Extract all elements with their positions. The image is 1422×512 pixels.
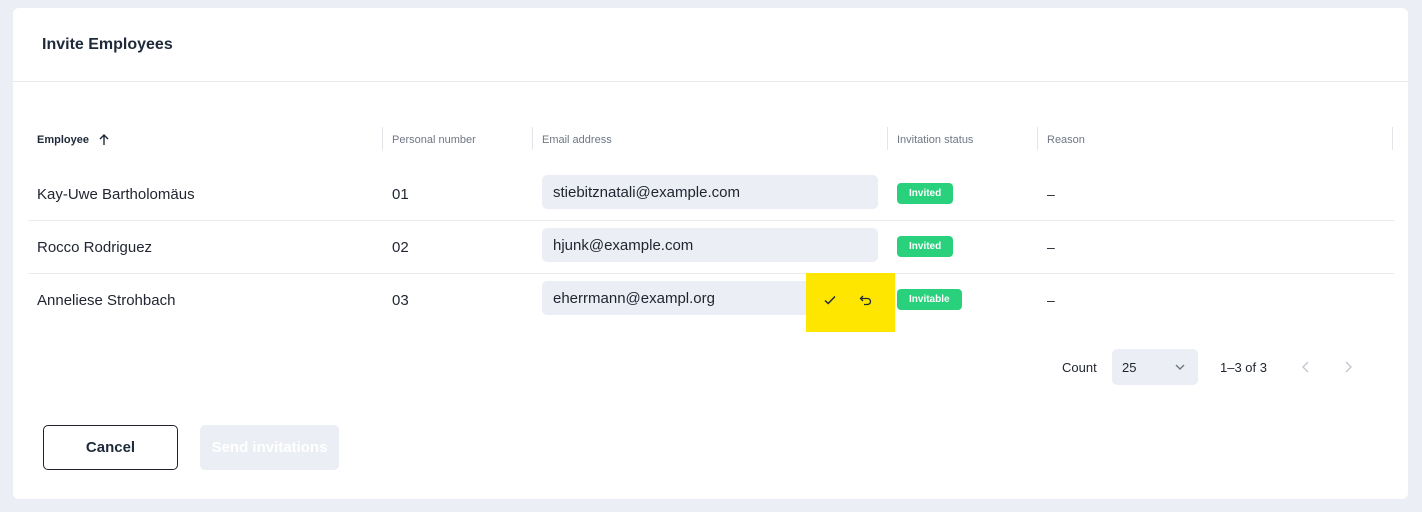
chevron-right-icon[interactable] bbox=[1336, 355, 1360, 379]
column-divider bbox=[887, 127, 888, 150]
column-label-reason: Reason bbox=[1047, 134, 1085, 146]
column-header-personal-number[interactable]: Personal number bbox=[392, 124, 476, 156]
status-badge: Invited bbox=[897, 236, 954, 257]
column-header-employee[interactable]: Employee bbox=[37, 124, 109, 156]
personal-number: 03 bbox=[392, 291, 409, 309]
arrow-up-icon[interactable] bbox=[99, 134, 109, 146]
column-divider bbox=[382, 127, 383, 150]
column-header-status[interactable]: Invitation status bbox=[897, 124, 973, 156]
check-icon[interactable] bbox=[818, 288, 842, 312]
employee-name: Rocco Rodriguez bbox=[37, 238, 153, 256]
column-divider bbox=[1037, 127, 1038, 150]
dialog-title: Invite Employees bbox=[42, 35, 173, 53]
dialog-header: Invite Employees bbox=[13, 8, 1408, 82]
undo-icon[interactable] bbox=[854, 288, 878, 312]
reason-value: – bbox=[1047, 292, 1055, 308]
cancel-button[interactable]: Cancel bbox=[43, 425, 178, 470]
table-header: Employee Personal number Email address I… bbox=[28, 124, 1394, 156]
status-badge: Invitable bbox=[897, 289, 962, 310]
status-badge: Invited bbox=[897, 183, 954, 204]
personal-number: 01 bbox=[392, 185, 409, 203]
send-invitations-button[interactable]: Send invitations bbox=[200, 425, 339, 470]
page-range: 1–3 of 3 bbox=[1220, 359, 1267, 375]
chevron-left-icon[interactable] bbox=[1294, 355, 1318, 379]
email-field[interactable]: hjunk@example.com bbox=[542, 228, 878, 262]
employee-name: Anneliese Strohbach bbox=[37, 291, 176, 309]
invite-employees-dialog: Invite Employees Employee Personal numbe… bbox=[13, 8, 1408, 499]
column-label-status: Invitation status bbox=[897, 134, 974, 146]
reason-value: – bbox=[1047, 186, 1055, 202]
chevron-down-icon bbox=[1174, 361, 1186, 376]
employee-name: Kay-Uwe Bartholomäus bbox=[37, 185, 195, 203]
email-field[interactable]: stiebitznatali@example.com bbox=[542, 175, 878, 209]
personal-number: 02 bbox=[392, 238, 409, 256]
column-label-employee: Employee bbox=[37, 134, 89, 146]
table-row: Kay-Uwe Bartholomäus 01 stiebitznatali@e… bbox=[28, 168, 1394, 221]
count-select[interactable]: 25 bbox=[1112, 349, 1198, 385]
count-select-value: 25 bbox=[1122, 359, 1137, 375]
count-label: Count bbox=[1062, 359, 1097, 375]
pagination: Count 25 1–3 of 3 bbox=[13, 349, 1408, 385]
column-header-reason[interactable]: Reason bbox=[1047, 124, 1085, 156]
table-row: Rocco Rodriguez 02 hjunk@example.com Inv… bbox=[28, 221, 1394, 274]
reason-value: – bbox=[1047, 239, 1055, 255]
column-divider bbox=[1392, 127, 1393, 150]
column-header-email[interactable]: Email address bbox=[542, 124, 612, 156]
employees-table: Employee Personal number Email address I… bbox=[28, 124, 1394, 332]
column-label-email: Email address bbox=[542, 134, 612, 146]
table-row: Anneliese Strohbach 03 eherrmann@exampl.… bbox=[28, 273, 1394, 332]
column-label-personal-number: Personal number bbox=[392, 134, 476, 146]
column-divider bbox=[532, 127, 533, 150]
